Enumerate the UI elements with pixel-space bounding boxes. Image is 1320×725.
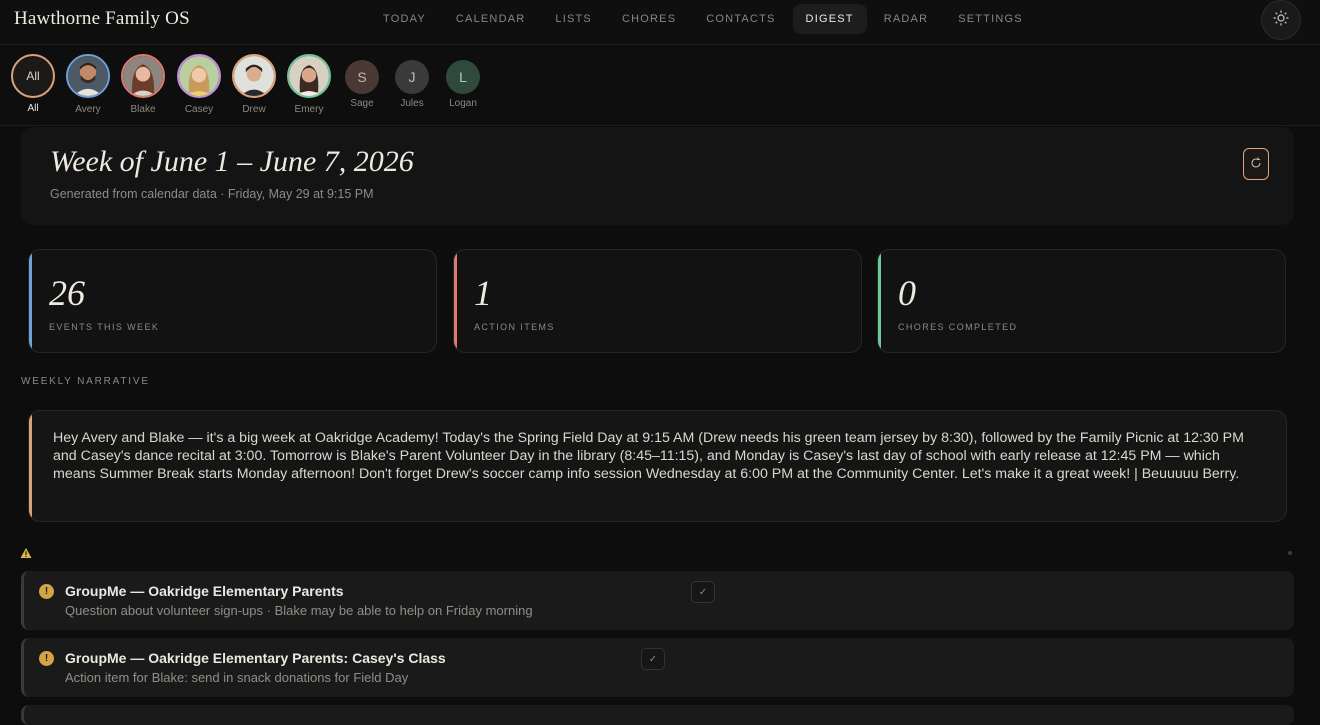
alert-icon: ! [39, 584, 54, 599]
stat-value: 0 [898, 273, 916, 313]
avatar [287, 54, 331, 98]
member-name: All [27, 103, 39, 114]
member-name: Sage [350, 98, 374, 109]
main-nav: TODAY CALENDAR LISTS CHORES CONTACTS DIG… [370, 4, 1036, 34]
narrative-text: Hey Avery and Blake — it's a big week at… [53, 430, 1244, 482]
avatar [177, 54, 221, 98]
check-icon: ✓ [648, 653, 658, 665]
member-name: Emery [294, 104, 324, 115]
sun-icon [1272, 9, 1290, 32]
action-title: GroupMe — Oakridge Elementary Parents [65, 583, 344, 599]
stat-accent-bar [878, 250, 881, 352]
action-item-partial[interactable] [21, 705, 1294, 725]
avatar: S [345, 60, 379, 94]
warning-icon [20, 546, 32, 558]
nav-chores[interactable]: CHORES [609, 4, 689, 34]
stat-accent-bar [29, 250, 32, 352]
member-blake[interactable]: Blake [121, 54, 165, 115]
member-name: Blake [130, 104, 156, 115]
member-drew[interactable]: Drew [232, 54, 276, 115]
member-jules[interactable]: J Jules [395, 60, 429, 109]
narrative-section-label: WEEKLY NARRATIVE [21, 376, 150, 387]
action-item[interactable]: ! GroupMe — Oakridge Elementary Parents … [21, 571, 1294, 630]
stat-label: CHORES COMPLETED [898, 322, 1018, 332]
stat-chores: 0 CHORES COMPLETED [877, 249, 1286, 353]
regenerate-button[interactable] [1243, 148, 1269, 180]
stat-value: 1 [474, 273, 492, 313]
nav-lists[interactable]: LISTS [542, 4, 605, 34]
digest-title: Week of June 1 – June 7, 2026 [50, 145, 414, 178]
member-name: Drew [242, 104, 266, 115]
avatar [66, 54, 110, 98]
member-filter-bar: All All Avery Blake Casey Drew Emery S S… [0, 46, 1320, 126]
status-dot [1288, 551, 1292, 555]
nav-contacts[interactable]: CONTACTS [693, 4, 788, 34]
narrative-accent-bar [29, 411, 32, 521]
nav-today[interactable]: TODAY [370, 4, 439, 34]
member-emery[interactable]: Emery [287, 54, 331, 115]
member-logan[interactable]: L Logan [446, 60, 480, 109]
avatar: L [446, 60, 480, 94]
theme-toggle-button[interactable] [1261, 0, 1301, 40]
avatar: All [11, 54, 55, 98]
avatar: J [395, 60, 429, 94]
member-all[interactable]: All All [11, 54, 55, 114]
narrative-card: Hey Avery and Blake — it's a big week at… [28, 410, 1287, 522]
mark-done-button[interactable]: ✓ [691, 581, 715, 603]
nav-settings[interactable]: SETTINGS [945, 4, 1036, 34]
member-name: Casey [184, 104, 214, 115]
action-description: Question about volunteer sign-ups · Blak… [65, 603, 533, 618]
top-bar: Hawthorne Family OS TODAY CALENDAR LISTS… [0, 0, 1320, 45]
alert-icon: ! [39, 651, 54, 666]
stat-accent-bar [454, 250, 457, 352]
stat-action-items: 1 ACTION ITEMS [453, 249, 862, 353]
avatar [232, 54, 276, 98]
member-casey[interactable]: Casey [177, 54, 221, 115]
nav-calendar[interactable]: CALENDAR [443, 4, 539, 34]
avatar [121, 54, 165, 98]
stat-label: EVENTS THIS WEEK [49, 322, 160, 332]
refresh-icon [1250, 157, 1262, 172]
digest-header-card: Week of June 1 – June 7, 2026 Generated … [21, 127, 1294, 225]
member-avery[interactable]: Avery [66, 54, 110, 115]
nav-digest[interactable]: DIGEST [792, 4, 867, 34]
action-description: Action item for Blake: send in snack don… [65, 670, 409, 685]
member-sage[interactable]: S Sage [345, 60, 379, 109]
stat-events: 26 EVENTS THIS WEEK [28, 249, 437, 353]
member-name: Logan [449, 98, 477, 109]
action-item[interactable]: ! GroupMe — Oakridge Elementary Parents:… [21, 638, 1294, 697]
member-name: Avery [75, 104, 101, 115]
action-title: GroupMe — Oakridge Elementary Parents: C… [65, 650, 446, 666]
digest-subtitle: Generated from calendar data · Friday, M… [50, 187, 374, 201]
app-title: Hawthorne Family OS [14, 8, 190, 29]
mark-done-button[interactable]: ✓ [641, 648, 665, 670]
check-icon: ✓ [698, 586, 708, 598]
nav-radar[interactable]: RADAR [871, 4, 942, 34]
member-name: Jules [400, 98, 424, 109]
stat-value: 26 [49, 273, 85, 313]
stat-label: ACTION ITEMS [474, 322, 555, 332]
